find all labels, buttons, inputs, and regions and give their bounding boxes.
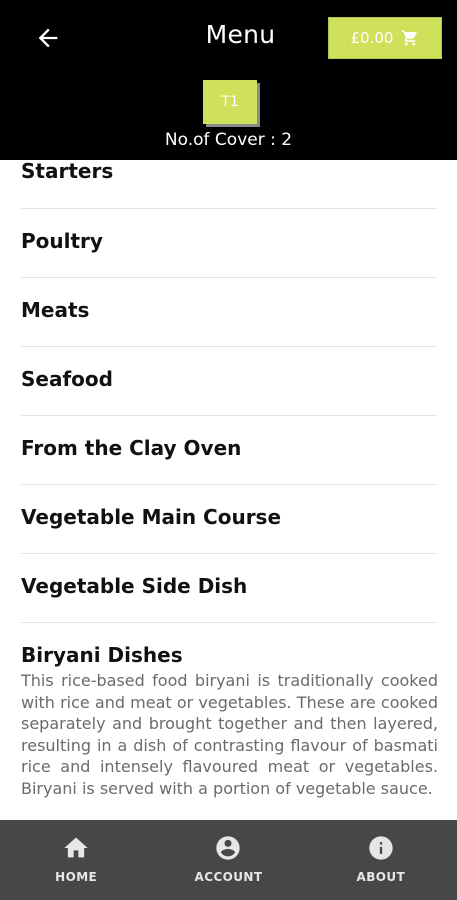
cart-amount: £0.00 <box>350 29 394 47</box>
category-label: Vegetable Main Course <box>21 505 282 529</box>
category-label: From the Clay Oven <box>21 436 242 460</box>
category-item-poultry[interactable]: Poultry <box>21 208 437 278</box>
category-label: Vegetable Side Dish <box>21 574 248 598</box>
category-label: Meats <box>21 298 90 322</box>
shopping-cart-icon <box>402 30 418 46</box>
nav-about[interactable]: ABOUT <box>305 820 457 900</box>
category-item-vegetable-main-course[interactable]: Vegetable Main Course <box>21 484 437 554</box>
category-item-seafood[interactable]: Seafood <box>21 346 437 416</box>
nav-home[interactable]: HOME <box>0 820 152 900</box>
cover-count: No.of Cover : 2 <box>164 130 293 150</box>
category-label: Starters <box>21 160 114 183</box>
account-circle-icon <box>216 836 241 860</box>
nav-account[interactable]: ACCOUNT <box>152 820 304 900</box>
nav-home-label: HOME <box>55 870 98 884</box>
nav-about-label: ABOUT <box>356 870 406 884</box>
category-label: Poultry <box>21 229 103 253</box>
app-header: Menu £0.00 T1 No.of Cover : 2 <box>0 0 457 160</box>
home-icon <box>64 837 88 858</box>
category-item-vegetable-side-dish[interactable]: Vegetable Side Dish <box>21 553 437 623</box>
bottom-navigation: HOME ACCOUNT ABOUT <box>0 820 457 900</box>
category-description: This rice-based food biryani is traditio… <box>21 671 438 798</box>
category-label: Seafood <box>21 367 113 391</box>
info-icon <box>369 836 393 860</box>
category-item-meats[interactable]: Meats <box>21 277 437 347</box>
table-badge[interactable]: T1 <box>203 80 257 124</box>
category-item-starters[interactable]: Starters <box>21 160 437 209</box>
category-list: Starters Poultry Meats Seafood From the … <box>0 160 457 820</box>
category-item-clay-oven[interactable]: From the Clay Oven <box>21 415 437 485</box>
nav-account-label: ACCOUNT <box>194 870 263 884</box>
cart-button[interactable]: £0.00 <box>328 17 442 59</box>
category-label: Biryani Dishes <box>21 643 183 667</box>
